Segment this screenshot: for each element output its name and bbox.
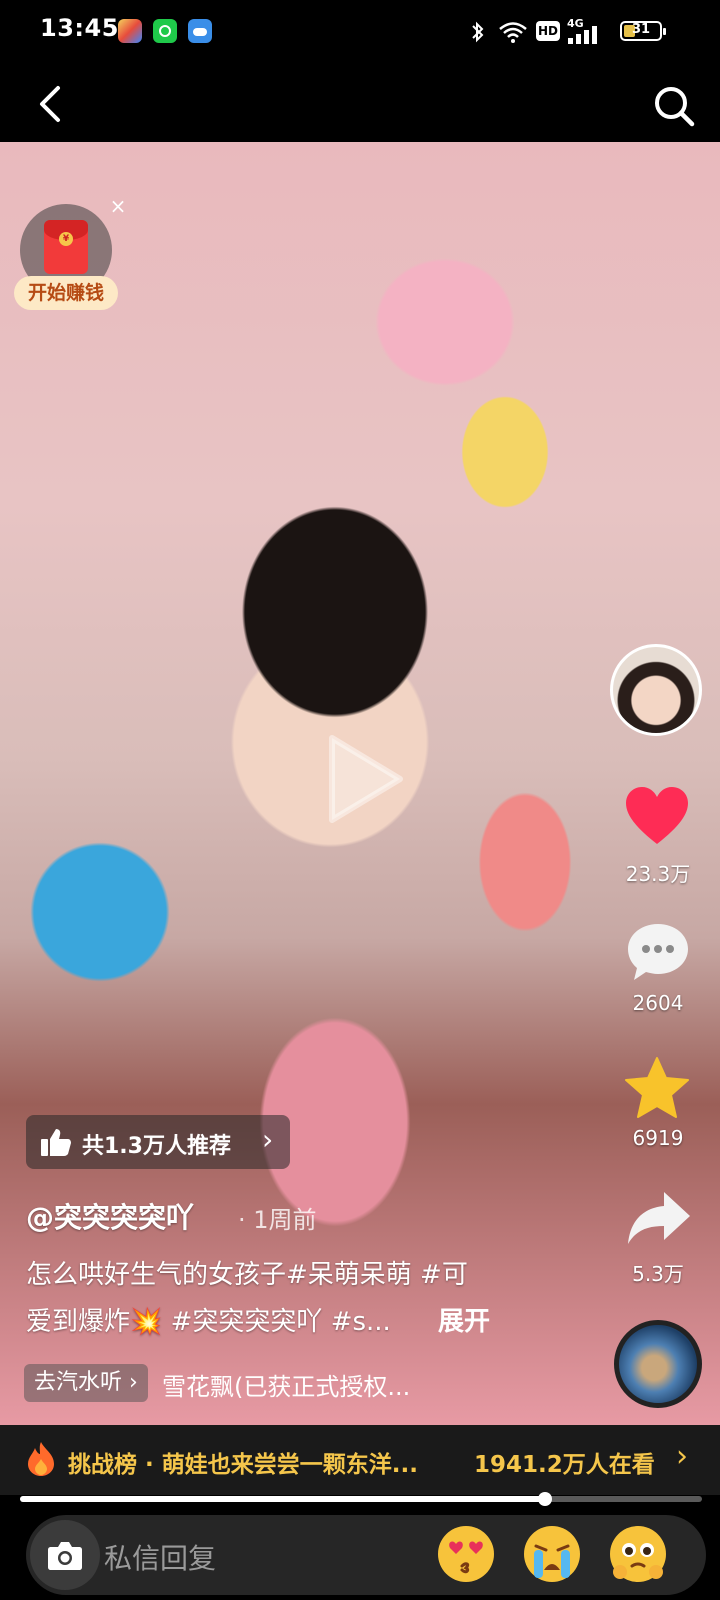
camera-icon: [48, 1542, 82, 1570]
post-time: · 1周前: [238, 1206, 317, 1234]
message-app-icon: [153, 19, 177, 43]
game-app-icon: [118, 19, 142, 43]
kiss-heart-eyes-icon: [449, 1541, 483, 1574]
clock: 13:45: [40, 14, 119, 42]
video-progress-fill: [20, 1496, 545, 1502]
video-progress-handle[interactable]: [538, 1492, 552, 1506]
top-nav: [0, 62, 720, 142]
wifi-icon: [499, 22, 527, 43]
challenge-viewers: 1941.2万人在看: [474, 1452, 655, 1478]
bluetooth-icon: [472, 21, 484, 43]
author-name[interactable]: @突突突突吖: [26, 1196, 194, 1236]
red-envelope-icon: ¥: [44, 220, 88, 274]
comment-count: 2604: [632, 991, 684, 1015]
earn-money-widget[interactable]: ¥ 开始赚钱: [14, 204, 118, 316]
music-listen-button[interactable]: 去汽水听 ›: [24, 1364, 148, 1402]
challenge-title: 挑战榜 · 萌娃也来尝尝一颗东洋...: [68, 1452, 418, 1478]
close-icon[interactable]: ×: [108, 196, 128, 216]
status-bar: 13:45 HD 4G 31: [0, 0, 720, 62]
camera-button[interactable]: [30, 1520, 100, 1590]
favorite-star-icon[interactable]: [624, 1056, 690, 1120]
thumbs-up-icon: [41, 1129, 71, 1156]
back-icon[interactable]: [34, 84, 70, 124]
earn-money-label: 开始赚钱: [14, 276, 118, 310]
fire-icon: [28, 1442, 54, 1476]
share-count: 5.3万: [632, 1262, 684, 1286]
recommend-text: 共1.3万人推荐: [82, 1134, 231, 1159]
expand-button[interactable]: 展开: [438, 1301, 490, 1338]
like-count: 23.3万: [625, 862, 691, 886]
holding-back-tears-icon: [613, 1543, 663, 1579]
weather-app-icon: [188, 19, 212, 43]
description-line-1[interactable]: 怎么哄好生气的女孩子#呆萌呆萌 #可: [26, 1254, 468, 1291]
chevron-right-icon: ›: [676, 1439, 688, 1474]
share-icon[interactable]: [626, 1190, 692, 1246]
favorite-count: 6919: [632, 1126, 684, 1150]
author-avatar[interactable]: [610, 644, 702, 736]
message-placeholder: 私信回复: [104, 1542, 217, 1575]
recommend-pill[interactable]: 共1.3万人推荐 ›: [26, 1115, 290, 1169]
chevron-right-icon: ›: [262, 1123, 274, 1156]
like-icon[interactable]: [624, 786, 690, 846]
battery-percent: 31: [631, 22, 651, 37]
holding-tears-emoji-button[interactable]: [610, 1526, 666, 1582]
kiss-emoji-button[interactable]: [438, 1526, 494, 1582]
music-title[interactable]: 雪花飘(已获正式授权...: [162, 1367, 410, 1402]
loud-crying-icon: [534, 1544, 570, 1578]
challenge-bar[interactable]: 挑战榜 · 萌娃也来尝尝一颗东洋... 1941.2万人在看 ›: [0, 1425, 720, 1495]
hd-badge: HD: [536, 21, 560, 41]
signal-icon: [568, 26, 597, 44]
description-line-2[interactable]: 爱到爆炸💥 #突突突突吖 #s...: [26, 1301, 391, 1338]
battery-icon: 31: [620, 21, 666, 41]
play-icon[interactable]: [304, 724, 414, 834]
crying-emoji-button[interactable]: [524, 1526, 580, 1582]
search-icon[interactable]: [652, 84, 696, 128]
music-disc[interactable]: [614, 1320, 702, 1408]
comment-icon[interactable]: [626, 922, 690, 982]
